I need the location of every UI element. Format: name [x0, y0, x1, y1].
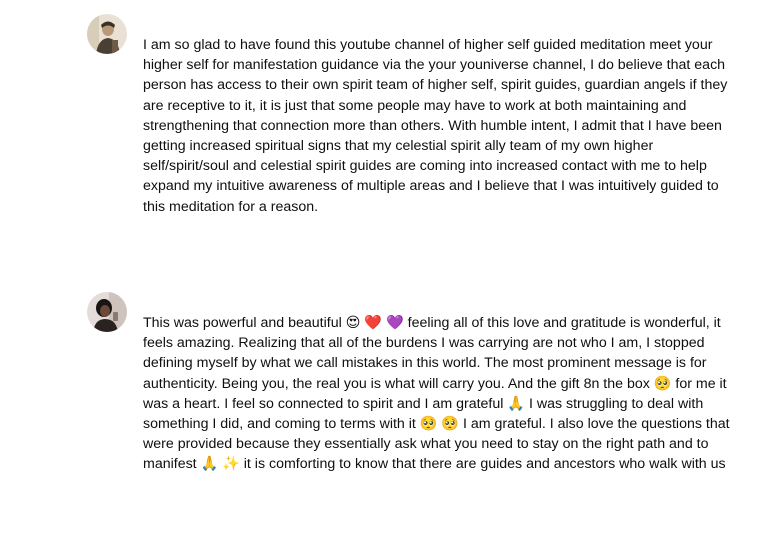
- comment-text: I am so glad to have found this youtube …: [143, 37, 728, 215]
- user-avatar[interactable]: [87, 14, 127, 54]
- user-avatar[interactable]: [87, 292, 127, 332]
- comment-text: This was powerful and beautiful 😍 ❤️ 💜 f…: [143, 315, 730, 473]
- avatar-photo-icon: [87, 292, 127, 332]
- avatar-photo-icon: [87, 14, 127, 54]
